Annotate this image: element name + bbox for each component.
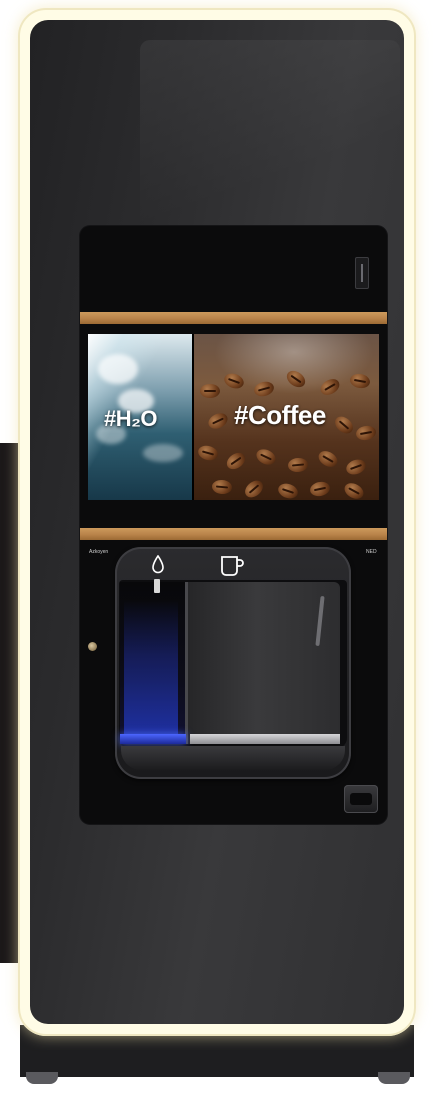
water-spout [154, 579, 160, 593]
coin-slot[interactable] [355, 257, 369, 289]
cabinet-foot-left [26, 1072, 58, 1084]
brass-strip-bottom [80, 528, 387, 540]
brand-label: Azkoyen [89, 549, 109, 555]
brass-strip-top [80, 312, 387, 324]
bay-divider [185, 582, 188, 744]
cup-icon [221, 556, 244, 576]
water-tag-label: #H₂O [104, 406, 158, 431]
payment-card-reader[interactable] [344, 785, 378, 813]
locale-label: NED [366, 549, 377, 555]
water-bay-light [124, 600, 178, 740]
coffee-bay [188, 582, 340, 744]
niche-lip [121, 746, 345, 770]
water-drop-icon [152, 555, 164, 574]
cabinet-foot-right [378, 1072, 410, 1084]
coffee-drip-tray [190, 734, 340, 744]
water-drip-tray [120, 734, 186, 744]
coffee-tag-label: #Coffee [234, 400, 326, 430]
door-lock[interactable] [88, 642, 97, 651]
